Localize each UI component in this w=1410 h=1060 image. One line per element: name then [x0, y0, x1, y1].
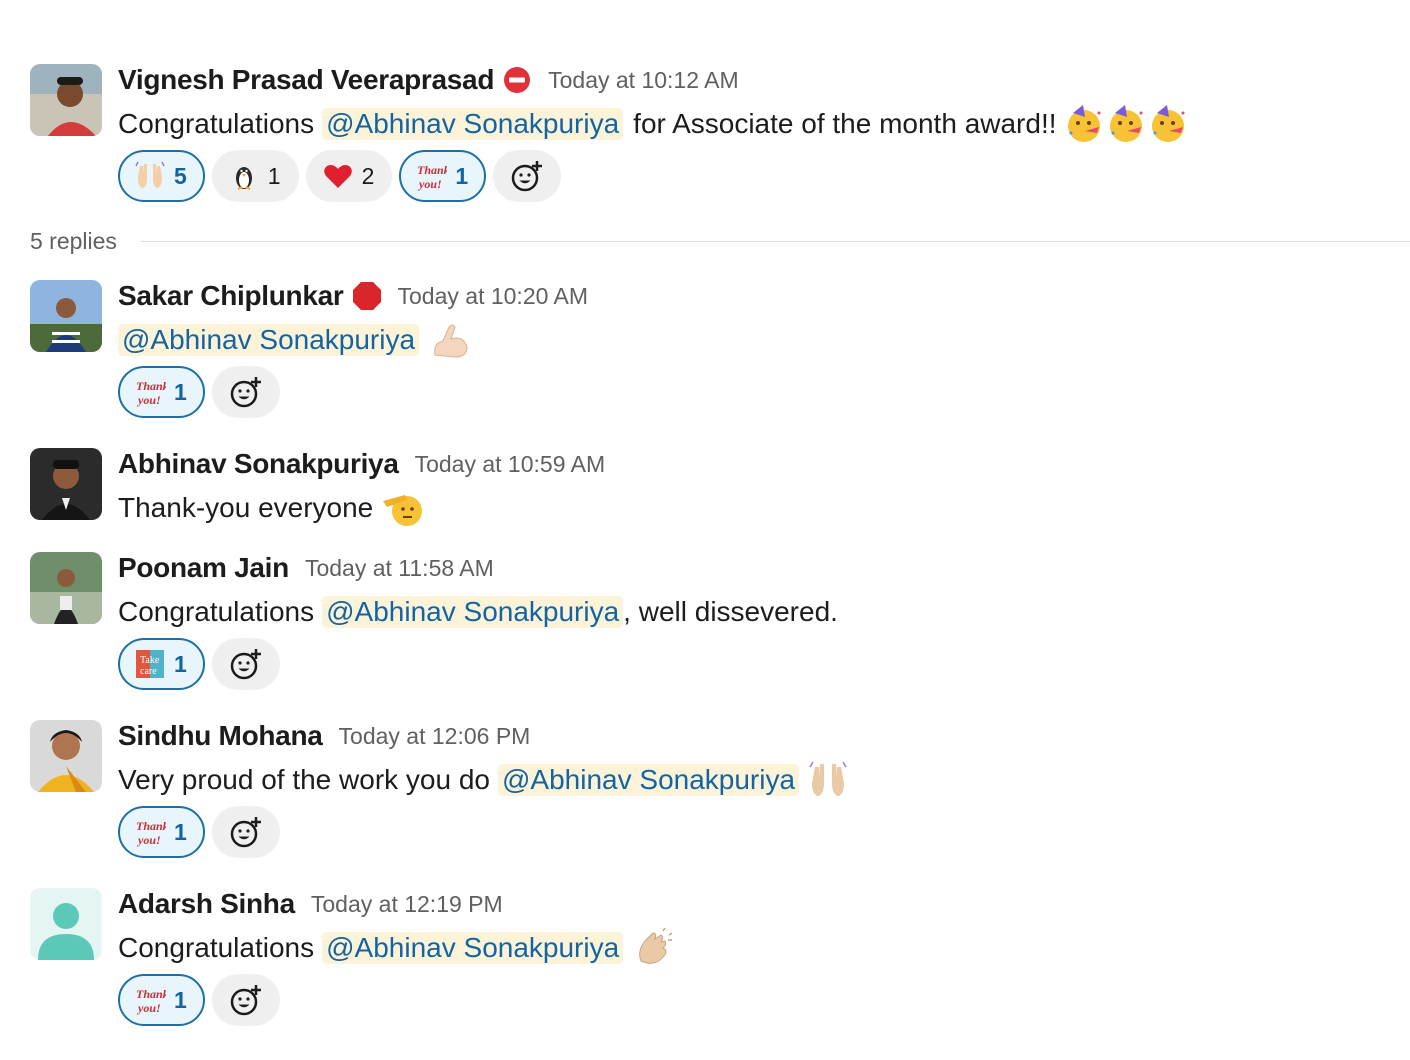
- svg-text:you!: you!: [136, 833, 161, 847]
- avatar[interactable]: [30, 64, 102, 136]
- avatar[interactable]: [30, 888, 102, 960]
- reactions-bar: Take care 1: [118, 638, 280, 690]
- avatar[interactable]: [30, 552, 102, 624]
- message-text: Congratulations @Abhinav Sonakpuriya: [118, 926, 675, 970]
- reaction-red-heart[interactable]: 2: [305, 150, 393, 202]
- timestamp[interactable]: Today at 10:20 AM: [398, 283, 589, 310]
- svg-text:Thank: Thank: [417, 163, 447, 177]
- partying-face-icon: [1147, 103, 1189, 145]
- red-heart-icon: [322, 160, 354, 192]
- thank-you-icon: Thank you!: [134, 816, 166, 848]
- svg-text:Thank: Thank: [136, 819, 166, 833]
- add-reaction-button[interactable]: [211, 366, 280, 418]
- thank-you-icon: Thank you!: [415, 160, 447, 192]
- reaction-count: 1: [174, 378, 187, 405]
- avatar[interactable]: [30, 720, 102, 792]
- reactions-bar: Thank you! 1: [118, 366, 280, 418]
- author-name[interactable]: Abhinav Sonakpuriya: [118, 448, 399, 480]
- thank-you-icon: Thank you!: [134, 376, 166, 408]
- author-name[interactable]: Poonam Jain: [118, 552, 289, 584]
- thank-you-icon: Thank you!: [134, 984, 166, 1016]
- user-mention[interactable]: @Abhinav Sonakpuriya: [322, 596, 624, 628]
- add-emoji-icon: [230, 985, 261, 1016]
- svg-text:care: care: [140, 666, 157, 677]
- add-emoji-icon: [511, 161, 543, 192]
- no-entry-icon: [502, 65, 532, 95]
- reaction-count: 5: [174, 162, 187, 189]
- reaction-thank-you[interactable]: Thank you! 1: [118, 366, 205, 418]
- reaction-take-care[interactable]: Take care 1: [118, 638, 205, 690]
- text: Thank-you everyone: [118, 492, 374, 523]
- timestamp[interactable]: Today at 12:19 PM: [311, 891, 503, 918]
- avatar[interactable]: [30, 280, 102, 352]
- reaction-count: 1: [174, 650, 187, 677]
- text-after: , well dissevered.: [623, 596, 838, 627]
- reaction-count: 1: [174, 986, 187, 1013]
- take-care-icon: Take care: [134, 648, 166, 680]
- partying-face-icon: [1105, 103, 1147, 145]
- timestamp[interactable]: Today at 11:58 AM: [305, 555, 494, 582]
- raised-hands-icon: [807, 759, 849, 801]
- reaction-penguin[interactable]: 1: [211, 150, 299, 202]
- message-text: Congratulations @Abhinav Sonakpuriya for…: [118, 102, 1189, 146]
- add-reaction-button[interactable]: [211, 806, 280, 858]
- message-text: Very proud of the work you do @Abhinav S…: [118, 758, 849, 802]
- text-after: for Associate of the month award!!: [633, 108, 1057, 139]
- user-mention[interactable]: @Abhinav Sonakpuriya: [118, 324, 420, 356]
- text-before: Very proud of the work you do: [118, 764, 490, 795]
- saluting-face-icon: [381, 487, 423, 529]
- user-mention[interactable]: @Abhinav Sonakpuriya: [498, 764, 800, 796]
- svg-text:Take: Take: [140, 655, 160, 666]
- user-mention[interactable]: @Abhinav Sonakpuriya: [322, 108, 624, 140]
- reactions-bar: Thank you! 1: [118, 806, 280, 858]
- svg-text:Thank: Thank: [136, 379, 166, 393]
- replies-divider: 5 replies: [30, 228, 1410, 255]
- message-text: @Abhinav Sonakpuriya: [118, 318, 471, 362]
- svg-text:you!: you!: [136, 393, 161, 407]
- reactions-bar: Thank you! 1: [118, 974, 280, 1026]
- stop-sign-icon: [352, 281, 382, 311]
- text-before: Congratulations: [118, 932, 315, 963]
- partying-face-icon: [1063, 103, 1105, 145]
- text-before: Congratulations: [118, 596, 315, 627]
- add-emoji-icon: [230, 649, 261, 680]
- reaction-thank-you[interactable]: Thank you! 1: [118, 974, 205, 1026]
- add-reaction-button[interactable]: [211, 638, 280, 690]
- reaction-thank-you[interactable]: Thank you! 1: [118, 806, 205, 858]
- replies-count[interactable]: 5 replies: [30, 228, 117, 255]
- reactions-bar: 5 1 2 Thank you! 1: [118, 150, 562, 202]
- reaction-count: 1: [455, 162, 469, 189]
- reaction-count: 2: [361, 162, 375, 189]
- penguin-icon: [228, 160, 260, 192]
- default-user-icon: [30, 888, 102, 960]
- timestamp[interactable]: Today at 10:59 AM: [415, 451, 606, 478]
- svg-text:Thank: Thank: [136, 987, 166, 1001]
- reaction-count: 1: [174, 818, 187, 845]
- text-before: Congratulations: [118, 108, 315, 139]
- svg-text:you!: you!: [417, 177, 442, 191]
- author-name[interactable]: Adarsh Sinha: [118, 888, 295, 920]
- add-emoji-icon: [230, 377, 261, 408]
- user-mention[interactable]: @Abhinav Sonakpuriya: [322, 932, 624, 964]
- author-name[interactable]: Vignesh Prasad Veeraprasad: [118, 64, 494, 96]
- timestamp[interactable]: Today at 12:06 PM: [339, 723, 531, 750]
- flexed-biceps-icon: [429, 319, 471, 361]
- message-text: Thank-you everyone: [118, 486, 423, 530]
- author-name[interactable]: Sindhu Mohana: [118, 720, 323, 752]
- timestamp[interactable]: Today at 10:12 AM: [548, 67, 739, 94]
- reaction-thank-you[interactable]: Thank you! 1: [399, 150, 487, 202]
- reaction-count: 1: [267, 162, 281, 189]
- add-reaction-button[interactable]: [493, 150, 562, 202]
- add-reaction-button[interactable]: [211, 974, 280, 1026]
- raised-hands-icon: [134, 160, 166, 192]
- message-text: Congratulations @Abhinav Sonakpuriya , w…: [118, 590, 838, 634]
- divider-line: [140, 241, 1410, 242]
- clapping-hands-icon: [633, 927, 675, 969]
- author-name[interactable]: Sakar Chiplunkar: [118, 280, 344, 312]
- reaction-raised-hands[interactable]: 5: [118, 150, 205, 202]
- add-emoji-icon: [230, 817, 261, 848]
- avatar[interactable]: [30, 448, 102, 520]
- svg-text:you!: you!: [136, 1001, 161, 1015]
